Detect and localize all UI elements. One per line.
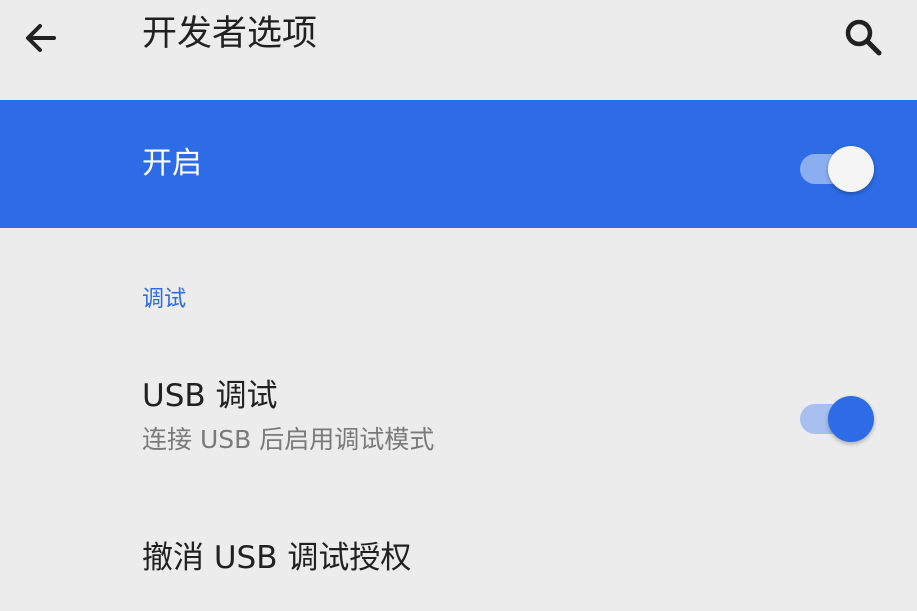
revoke-usb-authorization-row[interactable]: 撤消 USB 调试授权 — [0, 520, 917, 600]
back-button[interactable] — [14, 12, 66, 64]
search-icon — [841, 15, 885, 59]
usb-debugging-toggle[interactable] — [798, 390, 880, 442]
master-toggle-thumb — [828, 146, 874, 192]
app-bar: 开发者选项 — [0, 0, 917, 96]
master-switch-bar[interactable]: 开启 — [0, 100, 917, 228]
usb-debugging-title: USB 调试 — [142, 378, 278, 414]
revoke-usb-authorization-title: 撤消 USB 调试授权 — [142, 540, 412, 576]
master-switch-label: 开启 — [142, 146, 202, 181]
arrow-left-icon — [20, 18, 60, 58]
usb-debugging-toggle-thumb — [828, 396, 874, 442]
section-header-debug: 调试 — [142, 287, 187, 312]
search-button[interactable] — [836, 10, 890, 64]
usb-debugging-summary: 连接 USB 后启用调试模式 — [142, 425, 435, 454]
master-toggle[interactable] — [798, 140, 880, 192]
page-title: 开发者选项 — [142, 14, 318, 54]
usb-debugging-row[interactable]: USB 调试 连接 USB 后启用调试模式 — [0, 360, 917, 470]
